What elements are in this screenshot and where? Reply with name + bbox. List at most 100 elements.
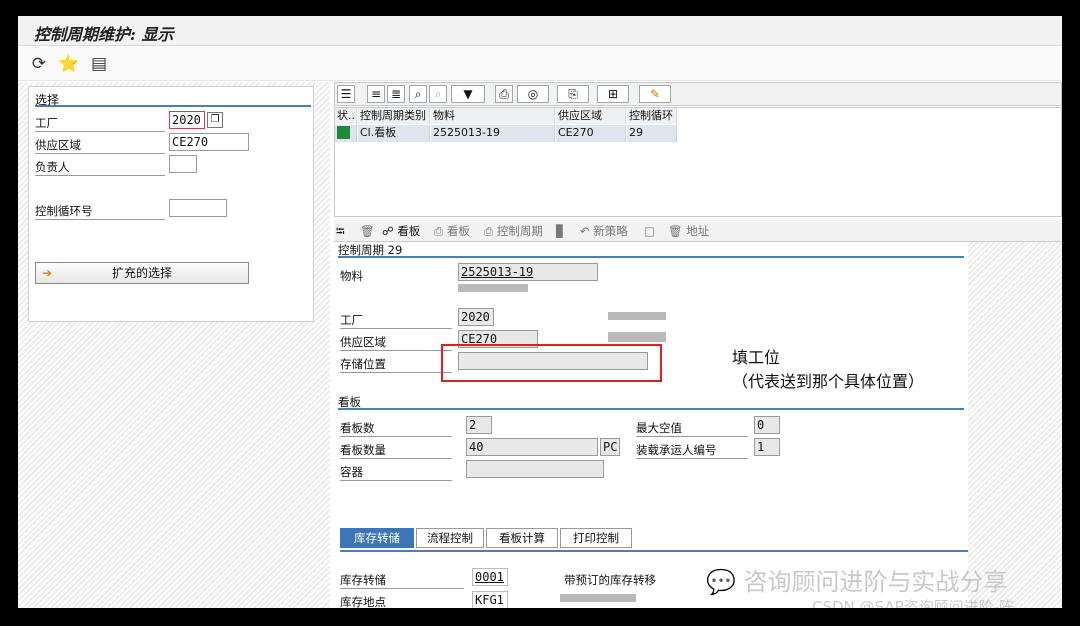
alv-toolbar: ☰ ≡ ≣ ⌕ ⌕ ▼ ⎙ ◎ ⎘ ⊞ ✎ [334, 82, 1062, 106]
export-icon[interactable]: ⎘ [557, 85, 589, 103]
extended-selection-button[interactable]: ➔ 扩充的选择 [35, 262, 249, 284]
selection-panel: 选择 工厂 2020 ❐ 供应区域 CE270 负责人 控制循环号 ➔ 扩充的选… [28, 86, 314, 322]
details-icon[interactable]: ☰ [337, 85, 355, 103]
blurred-text [608, 312, 666, 320]
selection-group-title: 选择 [35, 91, 311, 107]
watermark-line2: CSDN @SAP咨询顾问进阶-陈 [812, 598, 1015, 608]
wechat-icon: 💬 [706, 568, 736, 596]
container-label: 容器 [340, 464, 452, 481]
control-cycle-print-label: 控制周期 [496, 224, 543, 238]
plant-input[interactable]: 2020 [169, 111, 205, 129]
cell-cycle[interactable]: 29 [627, 125, 677, 142]
col-status[interactable]: 状... [335, 108, 357, 124]
carrier-label: 装载承运人编号 [636, 442, 748, 459]
col-category[interactable]: 控制周期类别 [358, 108, 430, 124]
layout-select-icon[interactable]: ⊞ [597, 85, 629, 103]
col-material[interactable]: 物料 [431, 108, 555, 124]
status-indicator [337, 126, 350, 139]
kanban-button-label: 看板 [397, 224, 421, 238]
cell-supply-area[interactable]: CE270 [556, 125, 626, 142]
cc-plant-field[interactable]: 2020 [458, 308, 494, 326]
table-row[interactable] [335, 125, 357, 142]
detail-toolbar: ⭾ 🗑 ☍ 看板 ⎙ 看板 ⎙ 控制周期 ▊ ↶ 新策略 □ 🗑 地址 [334, 220, 1062, 242]
kanban-title: 看板 [338, 394, 964, 410]
tab-kanban-calc[interactable]: 看板计算 [486, 528, 558, 548]
blurred-text [458, 284, 528, 292]
max-empty-label: 最大空值 [636, 420, 748, 437]
container-field[interactable] [466, 460, 604, 478]
transfer-label: 库存转储 [340, 572, 464, 589]
glasses-icon[interactable]: ⭐ [58, 53, 80, 75]
control-cycle-print-button[interactable]: ⎙ 控制周期 [484, 222, 543, 240]
title-bar: 控制周期维护: 显示 [18, 16, 1062, 46]
kanban-section: 看板 看板数 2 最大空值 0 看板数量 40 PC 装载承运人编号 1 容器 [334, 394, 968, 516]
sloc-field[interactable]: KFG1 [472, 591, 508, 608]
carrier-field[interactable]: 1 [754, 438, 780, 456]
layout-icon[interactable]: ▤ [88, 53, 110, 75]
extend-icon: ➔ [42, 266, 53, 280]
cycle-no-input[interactable] [169, 199, 227, 217]
kanban-button[interactable]: ☍ 看板 [382, 222, 420, 240]
toggle-icon[interactable]: ⭾ [336, 222, 345, 240]
cc-material-label: 物料 [340, 269, 363, 283]
supply-area-label: 供应区域 [35, 137, 165, 154]
kanban-qty-label: 看板数量 [340, 442, 452, 459]
kanban-count-label: 看板数 [340, 420, 452, 437]
graphic-icon[interactable]: ✎ [639, 85, 671, 103]
application-toolbar: ⟳ ⭐ ▤ [18, 47, 1062, 81]
sap-window: 控制周期维护: 显示 ⟳ ⭐ ▤ 选择 工厂 2020 ❐ 供应区域 CE270… [18, 16, 1062, 608]
control-cycle-title: 控制周期 29 [338, 242, 964, 258]
tab-stock-transfer[interactable]: 库存转储 [340, 528, 414, 548]
plant-label: 工厂 [35, 115, 165, 132]
cc-supply-area-label: 供应区域 [340, 334, 452, 351]
cc-storage-label: 存储位置 [340, 356, 452, 373]
address-button[interactable]: 🗑 地址 [668, 222, 709, 240]
sort-desc-icon[interactable]: ≣ [387, 85, 405, 103]
cycle-no-label: 控制循环号 [35, 203, 165, 220]
supply-area-input[interactable]: CE270 [169, 133, 249, 151]
cell-material[interactable]: 2525013-19 [431, 125, 555, 142]
max-empty-field[interactable]: 0 [754, 416, 780, 434]
kanban-qty-field[interactable]: 40 [466, 438, 598, 456]
filter-icon[interactable]: ▼ [451, 85, 485, 103]
find-next-icon[interactable]: ⌕ [429, 85, 447, 103]
chart-icon[interactable]: ▊ [556, 222, 565, 240]
kanban-print-button[interactable]: ⎙ 看板 [434, 222, 470, 240]
responsible-input[interactable] [169, 155, 197, 173]
col-supply-area[interactable]: 供应区域 [556, 108, 626, 124]
kanban-print-label: 看板 [446, 224, 470, 238]
print-icon[interactable]: ⎙ [495, 85, 513, 103]
control-cycle-grid: 状... 控制周期类别 物料 供应区域 控制循环 Cl.看板 2525013-1… [334, 107, 1062, 217]
address-label: 地址 [686, 224, 710, 238]
watermark-text: 咨询顾问进阶与实战分享 [743, 568, 1008, 596]
sort-asc-icon[interactable]: ≡ [367, 85, 385, 103]
annotation-line1: 填工位 [732, 348, 781, 367]
view-icon[interactable]: ◎ [517, 85, 549, 103]
tab-underline [340, 550, 968, 552]
kanban-qty-unit: PC [600, 438, 620, 456]
responsible-label: 负责人 [35, 159, 165, 176]
cell-category[interactable]: Cl.看板 [358, 125, 430, 142]
blurred-text [608, 332, 666, 342]
cc-material-field[interactable]: 2525013-19 [458, 263, 598, 281]
cc-plant-label: 工厂 [340, 312, 452, 329]
new-strategy-button[interactable]: ↶ 新策略 [580, 222, 628, 240]
right-background [968, 242, 1062, 608]
annotation-highlight [441, 344, 662, 382]
value-help-icon[interactable]: ❐ [207, 112, 223, 128]
kanban-count-field[interactable]: 2 [466, 416, 492, 434]
sloc-label: 库存地点 [340, 594, 464, 608]
blurred-text [560, 594, 636, 602]
delete-icon[interactable]: 🗑 [360, 222, 375, 240]
extended-selection-label: 扩充的选择 [111, 266, 172, 280]
window-title: 控制周期维护: 显示 [34, 25, 174, 44]
transfer-field[interactable]: 0001 [472, 568, 508, 586]
new-strategy-label: 新策略 [593, 224, 628, 238]
tab-flow-control[interactable]: 流程控制 [416, 528, 484, 548]
col-cycle[interactable]: 控制循环 [627, 108, 677, 124]
tab-print-control[interactable]: 打印控制 [560, 528, 632, 548]
find-icon[interactable]: ⌕ [409, 85, 427, 103]
execute-icon[interactable]: ⟳ [28, 53, 50, 75]
doc-icon[interactable]: □ [644, 222, 655, 240]
reserved-transfer-label: 带预订的库存转移 [564, 573, 656, 587]
